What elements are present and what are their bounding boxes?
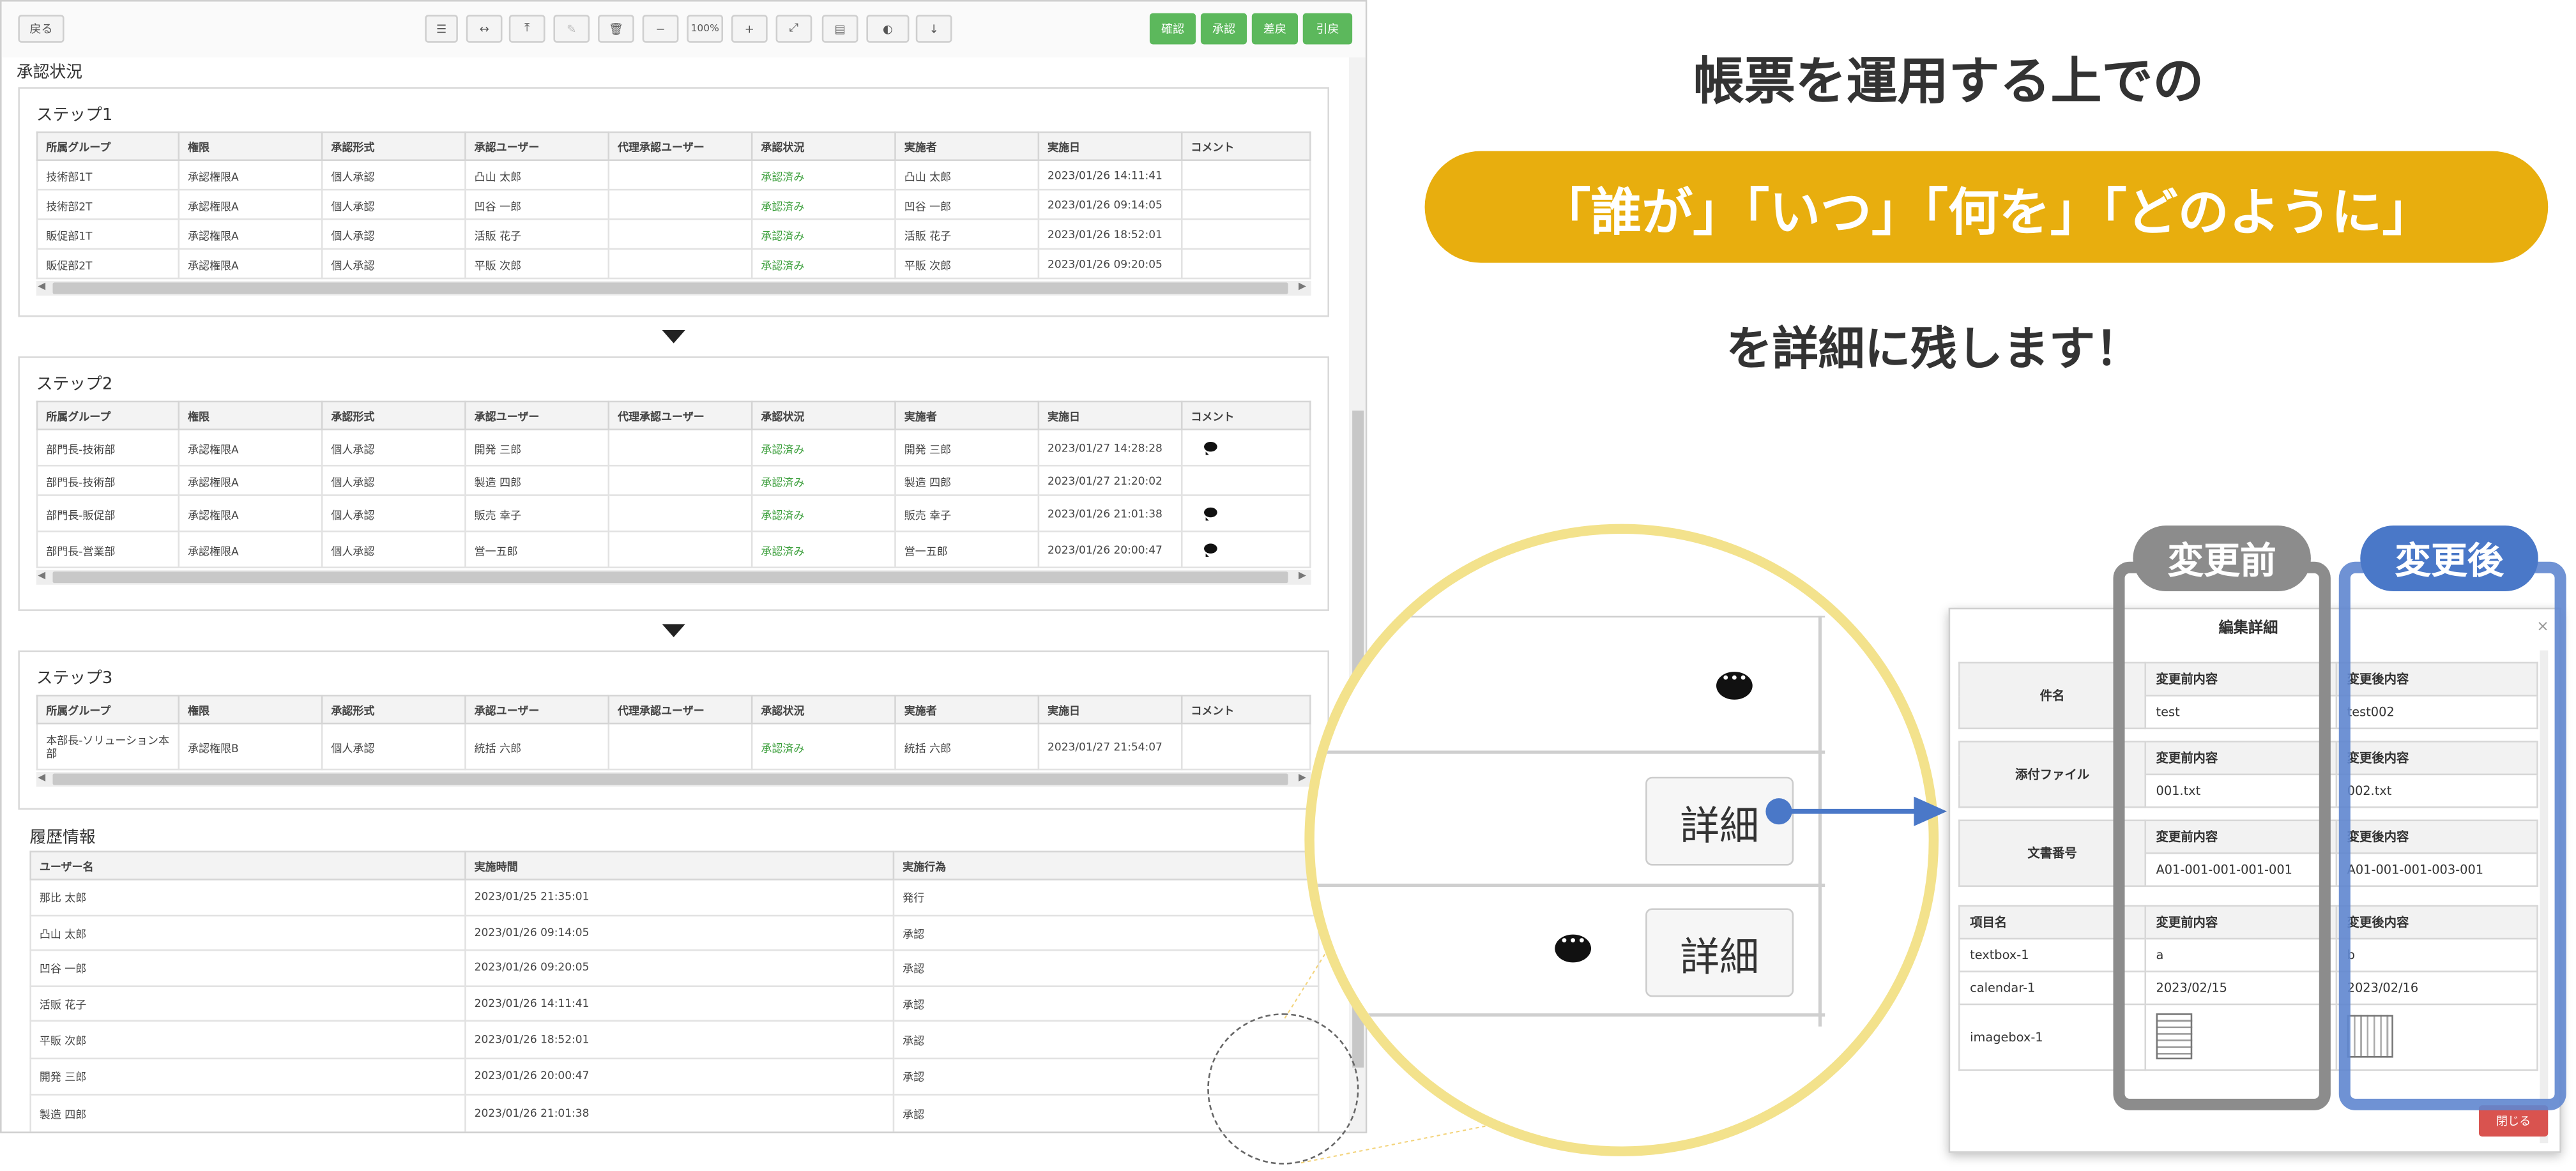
before-column-frame — [2113, 561, 2331, 1110]
zoom-detail-button[interactable]: 詳細 — [1645, 908, 1794, 997]
pointer-arrow-icon — [1765, 796, 1947, 826]
screenshot-canvas: 戻る ☰ ↔ ⤒ ✎ 🗑 − 100% + ⤢ ▤ ◐ ↓ 確認 承認 差戻 引… — [0, 0, 2576, 1171]
magnifier-zoom: ••• 詳細 ••• 詳細 — [1304, 524, 1939, 1156]
promo-line-1: 帳票を運用する上での — [1693, 52, 2204, 112]
after-column-frame — [2338, 561, 2566, 1110]
before-tag: 変更前 — [2133, 525, 2311, 592]
after-tag: 変更後 — [2360, 525, 2538, 592]
promo-pill: 「誰が」「いつ」「何を」「どのように」 — [1424, 151, 2549, 263]
comment-icon[interactable]: ••• — [1555, 934, 1592, 963]
comment-icon[interactable]: ••• — [1716, 672, 1753, 700]
promo-line-3: を詳細に残します！ — [1726, 322, 2142, 377]
